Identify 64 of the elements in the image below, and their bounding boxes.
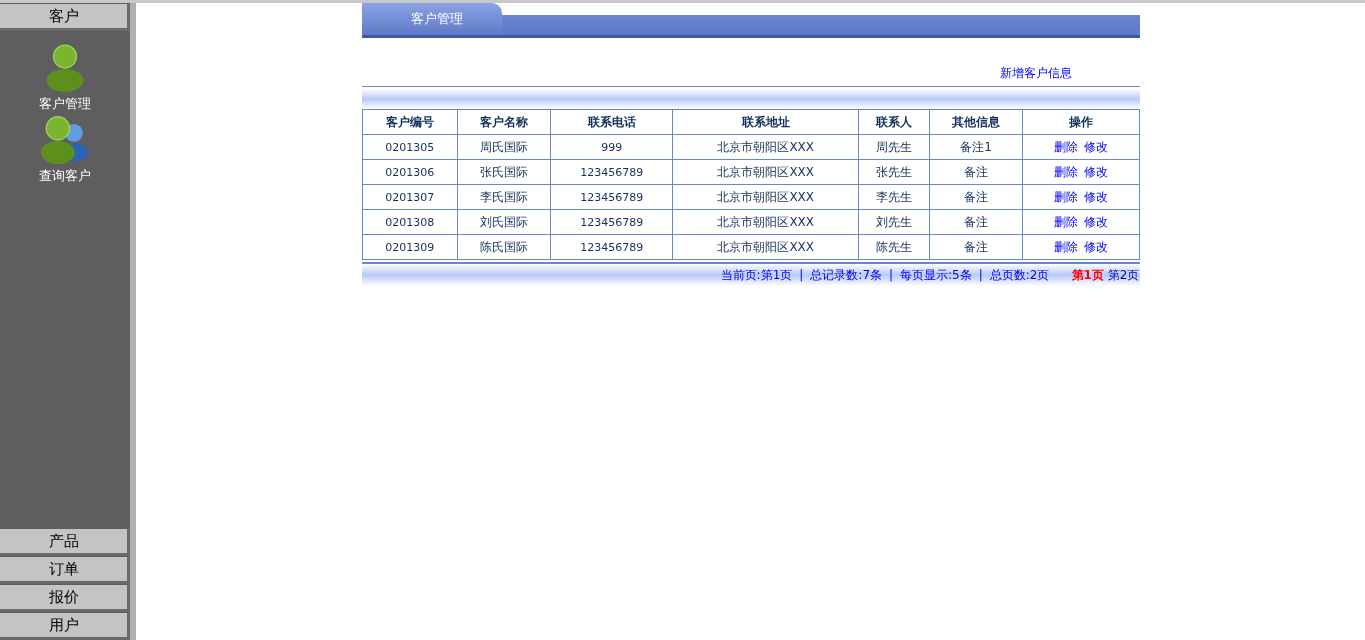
table-cell: 北京市朝阳区XXX [672,209,859,235]
table-cell: 北京市朝阳区XXX [672,159,859,185]
sidebar-link[interactable]: 查询客户 [39,167,91,185]
action-link[interactable]: 删除 [1053,189,1078,204]
action-link[interactable]: 删除 [1053,214,1078,229]
table-cell: 0201308 [362,209,458,235]
table-cell: 李先生 [858,184,930,210]
table-cell: 李氏国际 [457,184,551,210]
table-cell: 张氏国际 [457,159,551,185]
table-cell: 0201305 [362,134,458,160]
action-link[interactable]: 修改 [1083,164,1108,179]
table-cell: 0201307 [362,184,458,210]
table-cell: 999 [550,134,673,160]
table-cell: 备注 [929,159,1023,185]
column-header: 其他信息 [929,109,1023,135]
add-customer-link[interactable]: 新增客户信息 [999,65,1072,82]
table-cell: 北京市朝阳区XXX [672,184,859,210]
table-cell: 刘氏国际 [457,209,551,235]
table-cell: 周先生 [858,134,930,160]
table-cell: 备注 [929,209,1023,235]
column-header: 联系地址 [672,109,859,135]
sidebar-section-tab[interactable]: 用户 [0,613,130,640]
page-link[interactable]: 第2页 [1107,267,1140,282]
table-cell: 备注1 [929,134,1023,160]
sidebar-section-tab[interactable]: 产品 [0,529,130,556]
table-cell: 0201309 [362,234,458,260]
pagination-info: 总记录数:7条 [810,266,883,284]
table-cell: 陈氏国际 [457,234,551,260]
sidebar-section-tab[interactable]: 报价 [0,585,130,612]
table-cell: 123456789 [550,234,673,260]
table-cell: 陈先生 [858,234,930,260]
column-header: 联系人 [858,109,930,135]
sidebar-link[interactable]: 客户管理 [39,95,91,113]
sidebar-section-tab[interactable]: 订单 [0,557,130,584]
table-cell: 备注 [929,184,1023,210]
action-link[interactable]: 修改 [1083,214,1108,229]
action-link[interactable]: 修改 [1083,239,1108,254]
separator: | [799,268,804,282]
pagination-info: 每页显示:5条 [900,266,972,284]
table-cell: 刘先生 [858,209,930,235]
separator: | [889,268,894,282]
table-cell: 123456789 [550,159,673,185]
table-cell: 周氏国际 [457,134,551,160]
separator: | [978,268,983,282]
people-icon[interactable] [39,115,91,165]
table-cell: 备注 [929,234,1023,260]
column-header: 操作 [1022,109,1139,135]
action-link[interactable]: 删除 [1053,239,1078,254]
column-header: 联系电话 [550,109,673,135]
table-cell: 北京市朝阳区XXX [672,234,859,260]
table-cell: 北京市朝阳区XXX [672,134,859,160]
column-header: 客户编号 [362,109,458,135]
action-link[interactable]: 删除 [1053,164,1078,179]
pagination-info: 当前页:第1页 [720,266,793,284]
action-link[interactable]: 修改 [1083,139,1108,154]
table-cell: 123456789 [550,184,673,210]
action-link[interactable]: 删除 [1053,139,1078,154]
table-cell: 0201306 [362,159,458,185]
table-cell: 张先生 [858,159,930,185]
sidebar-section-tab[interactable]: 客户 [0,4,130,31]
column-header: 客户名称 [457,109,551,135]
table-cell: 123456789 [550,209,673,235]
pagination-info: 总页数:2页 [989,266,1050,284]
action-link[interactable]: 修改 [1083,189,1108,204]
